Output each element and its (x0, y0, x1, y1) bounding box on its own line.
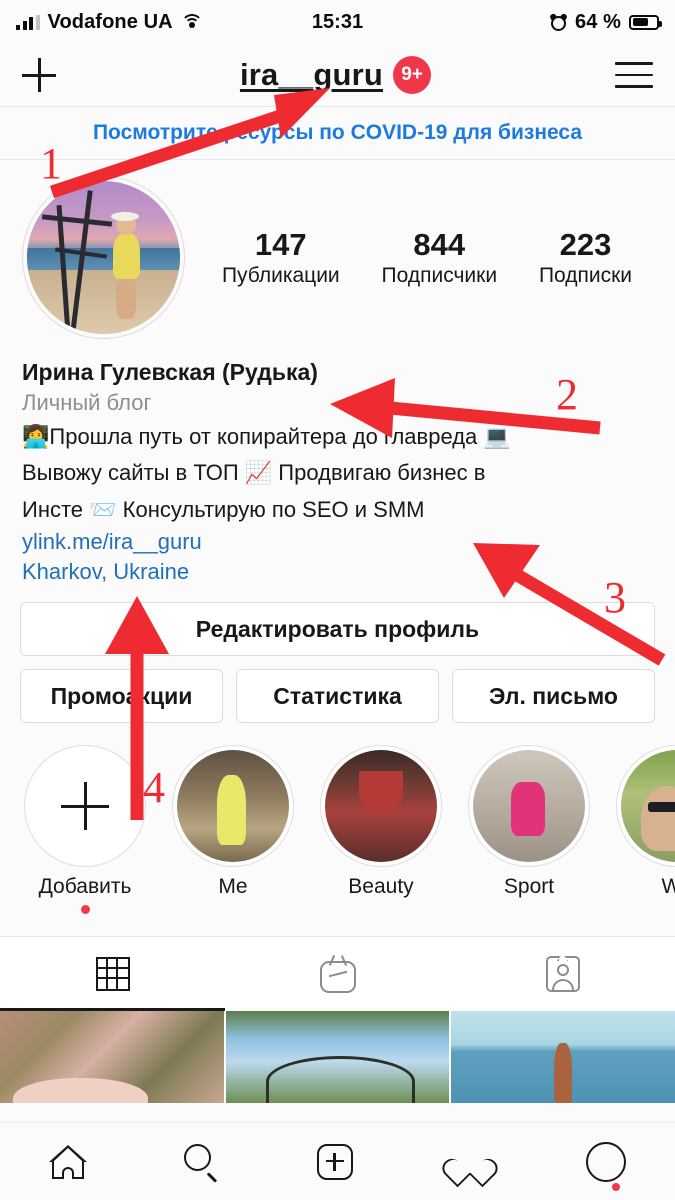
highlight-cover-we[interactable] (616, 745, 675, 868)
username-title[interactable]: ira__guru (240, 57, 383, 93)
wifi-icon (180, 14, 203, 30)
highlight-cover-sport[interactable] (468, 745, 590, 868)
profile-category: Личный блог (22, 390, 152, 415)
instagram-profile-screen: Vodafone UA 15:31 64 % ira__guru 9+ Посм… (0, 0, 675, 1200)
carrier-label: Vodafone UA (47, 10, 173, 33)
battery-percent-label: 64 % (575, 10, 621, 33)
status-bar-center: 15:31 (312, 11, 363, 34)
grid-tab[interactable] (0, 937, 225, 1012)
primary-action-row: Редактировать профиль (0, 586, 675, 657)
profile-header: ira__guru 9+ (0, 44, 675, 106)
email-button[interactable]: Эл. письмо (452, 669, 655, 724)
plus-icon[interactable] (22, 58, 56, 92)
header-title-group[interactable]: ira__guru 9+ (240, 56, 432, 94)
bio-line-1: 👩‍💻Прошла путь от копирайтера до главред… (22, 424, 511, 449)
covid-banner-label[interactable]: Посмотрите ресурсы по COVID-19 для бизне… (93, 121, 582, 145)
status-bar: Vodafone UA 15:31 64 % (0, 0, 675, 44)
avatar[interactable] (22, 176, 185, 339)
clock-label: 15:31 (311, 10, 364, 33)
stat-posts[interactable]: 147 Публикации (222, 227, 340, 288)
highlight-beauty-label: Beauty (348, 875, 414, 899)
notification-badge[interactable]: 9+ (393, 56, 432, 94)
bio-line-2: Вывожу сайты в ТОП 📈 Продвигаю бизнес в (22, 460, 486, 486)
stat-followers-label: Подписчики (381, 263, 498, 287)
story-highlights: Добавить Me Beauty Sport We (0, 723, 675, 915)
highlight-we[interactable]: We (616, 745, 675, 914)
profile-tabs (0, 936, 675, 1012)
website-link[interactable]: ylink.me/ira__guru (22, 527, 653, 557)
profile-avatar-icon[interactable] (586, 1141, 627, 1191)
avatar-image (27, 181, 180, 334)
highlight-me[interactable]: Me (172, 745, 294, 914)
bio-line-3: Инсте 📨 Консультирую по SEO и SMM (22, 496, 425, 522)
add-square-icon[interactable] (317, 1143, 354, 1180)
highlight-sport-label: Sport (503, 875, 555, 899)
home-icon[interactable] (48, 1144, 87, 1179)
profile-stats: 147 Публикации 844 Подписчики 223 Подпис… (185, 227, 653, 288)
stat-following-value: 223 (559, 227, 612, 263)
stat-following[interactable]: 223 Подписки (539, 227, 632, 288)
post-thumbnail[interactable] (451, 1011, 675, 1104)
post-thumbnail[interactable] (0, 1011, 224, 1104)
full-name: Ирина Гулевская (Рудька) (22, 359, 318, 385)
stat-following-label: Подписки (538, 263, 633, 287)
hamburger-menu-icon[interactable] (614, 62, 653, 88)
tagged-tab[interactable] (450, 937, 675, 1011)
add-highlight-icon[interactable] (24, 745, 146, 868)
edit-profile-button[interactable]: Редактировать профиль (20, 602, 655, 657)
igtv-icon (319, 955, 356, 994)
bottom-navigation (0, 1122, 675, 1200)
highlight-beauty[interactable]: Beauty (320, 745, 442, 914)
stat-posts-label: Публикации (221, 263, 340, 287)
highlight-cover-me[interactable] (172, 745, 294, 868)
highlight-add[interactable]: Добавить (24, 745, 146, 915)
status-bar-right: 64 % (363, 10, 662, 34)
tagged-person-icon (545, 953, 580, 993)
highlight-cover-beauty[interactable] (320, 745, 442, 868)
highlight-sport[interactable]: Sport (468, 745, 590, 914)
profile-bio: Ирина Гулевская (Рудька) Личный блог 👩‍💻… (0, 339, 675, 586)
location-link[interactable]: Kharkov, Ukraine (22, 557, 653, 587)
signal-bars-icon (16, 14, 40, 30)
battery-icon (629, 14, 662, 30)
stat-followers-value: 844 (413, 227, 466, 263)
highlight-we-label: We (661, 875, 675, 899)
heart-icon[interactable] (438, 1145, 502, 1187)
posts-grid (0, 1011, 675, 1104)
alarm-clock-icon (549, 12, 568, 31)
igtv-tab[interactable] (225, 937, 450, 1011)
secondary-action-row: Промоакции Статистика Эл. письмо (0, 656, 675, 724)
promotions-button[interactable]: Промоакции (20, 669, 223, 724)
statistics-button[interactable]: Статистика (236, 669, 439, 724)
stat-followers[interactable]: 844 Подписчики (382, 227, 498, 288)
highlight-me-label: Me (218, 875, 248, 899)
stat-posts-value: 147 (254, 227, 307, 263)
covid-resources-banner[interactable]: Посмотрите ресурсы по COVID-19 для бизне… (0, 106, 675, 160)
search-icon[interactable] (184, 1143, 220, 1183)
profile-summary-row: 147 Публикации 844 Подписчики 223 Подпис… (0, 160, 675, 339)
post-thumbnail[interactable] (225, 1011, 450, 1104)
status-bar-left: Vodafone UA (16, 11, 312, 34)
highlight-add-label: Добавить (38, 875, 132, 899)
new-indicator-dot (80, 905, 90, 915)
grid-icon (95, 957, 130, 992)
